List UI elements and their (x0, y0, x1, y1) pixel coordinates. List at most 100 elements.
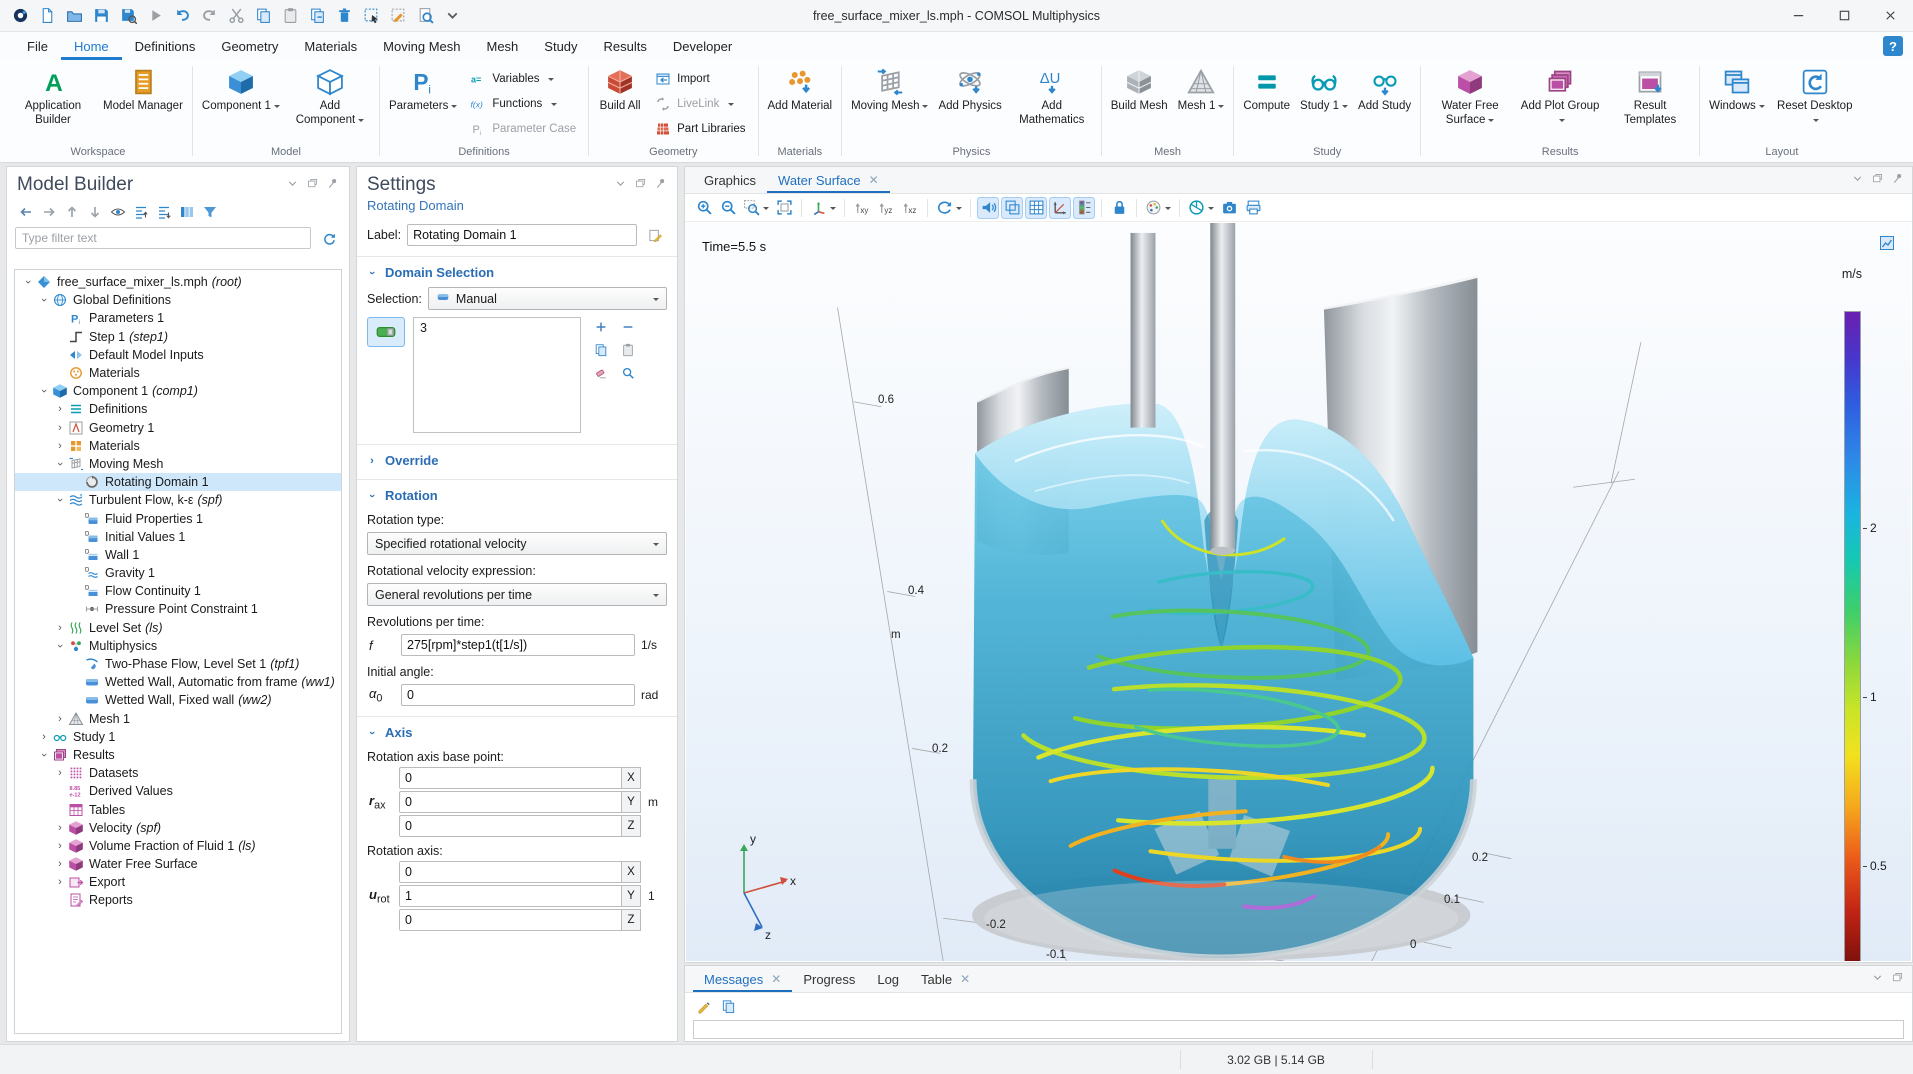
tree-fluid-properties-1[interactable]: DFluid Properties 1 (15, 509, 341, 527)
tab-graphics[interactable]: Graphics (693, 167, 767, 193)
tree-parameters-1[interactable]: PiParameters 1 (15, 309, 341, 327)
paste-button[interactable] (616, 340, 640, 360)
panel-collapse-button[interactable] (614, 177, 627, 193)
ribbon-water-free-surface-button[interactable]: Water Free Surface (1426, 63, 1514, 129)
expand-closed-icon[interactable]: › (53, 713, 67, 725)
menu-developer[interactable]: Developer (660, 32, 745, 60)
environment-button[interactable] (1186, 197, 1216, 219)
rotation-axis-z-input[interactable] (399, 909, 622, 931)
ribbon-add-physics-button[interactable]: Add Physics (934, 63, 1005, 115)
tree-pressure-point-constraint-1[interactable]: Pressure Point Constraint 1 (15, 600, 341, 618)
ribbon-build-all-button[interactable]: Build All (594, 63, 646, 115)
ribbon-parameters-button[interactable]: PiParameters (385, 63, 461, 115)
ribbon-add-plot-group-button[interactable]: Add Plot Group (1516, 63, 1604, 129)
tree-datasets[interactable]: ›Datasets (15, 764, 341, 782)
open-file-button[interactable] (62, 4, 86, 28)
ribbon-add-mathematics-button[interactable]: ΔUAdd Mathematics (1008, 63, 1096, 129)
clear-log-button[interactable] (693, 996, 714, 1017)
ribbon-import-button[interactable]: Import (648, 66, 752, 91)
ribbon-component-1-button[interactable]: Component 1 (198, 63, 284, 115)
help-button[interactable]: ? (1883, 36, 1903, 56)
velocity-expression-combo[interactable]: General revolutions per time (367, 583, 667, 606)
copy-button[interactable] (251, 4, 275, 28)
tree-tables[interactable]: Tables (15, 800, 341, 818)
expand-open-icon[interactable]: › (38, 748, 50, 762)
tab-table[interactable]: Table✕ (910, 966, 981, 992)
section-domain-selection[interactable]: › Domain Selection (357, 261, 677, 284)
tree-wetted-wall-fixed-wall[interactable]: Wetted Wall, Fixed wall(ww2) (15, 691, 341, 709)
tree-multiphysics[interactable]: ›Multiphysics (15, 637, 341, 655)
tree-component-1[interactable]: ›Component 1(comp1) (15, 382, 341, 400)
tree-moving-mesh[interactable]: ›Moving Mesh (15, 455, 341, 473)
tree-materials[interactable]: ›Materials (15, 437, 341, 455)
menu-mesh[interactable]: Mesh (473, 32, 531, 60)
tab-log[interactable]: Log (866, 966, 910, 992)
active-selection-toggle[interactable] (367, 317, 405, 347)
ribbon-result-templates-button[interactable]: Result Templates (1606, 63, 1694, 129)
show-legend-button[interactable] (1073, 197, 1095, 219)
expand-closed-icon[interactable]: › (53, 422, 67, 434)
tree-reports[interactable]: Reports (15, 891, 341, 909)
plot-thumbnail-button[interactable] (1879, 235, 1895, 254)
close-window-button[interactable] (1867, 0, 1913, 31)
show-axes-button[interactable] (1049, 197, 1071, 219)
expand-open-icon[interactable]: › (38, 384, 50, 398)
paste-button[interactable] (278, 4, 302, 28)
panel-pin-button[interactable] (326, 177, 339, 193)
ribbon-application-builder-button[interactable]: AApplication Builder (9, 63, 97, 129)
view-orientation-button[interactable] (808, 197, 838, 219)
expand-open-icon[interactable]: › (22, 275, 34, 289)
save-as-button[interactable] (116, 4, 140, 28)
expand-open-icon[interactable]: › (54, 493, 66, 507)
tree-materials[interactable]: Materials (15, 364, 341, 382)
expand-tree-button[interactable] (130, 201, 151, 222)
view-yz-button[interactable]: yz (875, 197, 897, 219)
move-down-button[interactable] (84, 201, 105, 222)
rotation-type-combo[interactable]: Specified rotational velocity (367, 532, 667, 555)
tab-progress[interactable]: Progress (792, 966, 866, 992)
section-axis[interactable]: › Axis (357, 721, 677, 744)
menu-moving-mesh[interactable]: Moving Mesh (370, 32, 473, 60)
tree-step-1[interactable]: Step 1(step1) (15, 328, 341, 346)
ribbon-mesh-1-button[interactable]: Mesh 1 (1174, 63, 1229, 115)
expand-closed-icon[interactable]: › (53, 822, 67, 834)
section-rotation[interactable]: › Rotation (357, 484, 677, 507)
customize-toolbar-button[interactable] (440, 4, 464, 28)
tree-wall-1[interactable]: DWall 1 (15, 546, 341, 564)
ribbon-add-material-button[interactable]: Add Material (764, 63, 837, 115)
ribbon-windows-button[interactable]: Windows (1705, 63, 1769, 115)
expand-closed-icon[interactable]: › (53, 858, 67, 870)
base-point-y-input[interactable] (399, 791, 622, 813)
panel-pin-button[interactable] (1891, 172, 1904, 188)
tree-mesh-1[interactable]: ›Mesh 1 (15, 710, 341, 728)
initial-angle-input[interactable] (401, 684, 635, 706)
minimize-button[interactable] (1775, 0, 1821, 31)
tree-columns-button[interactable] (176, 201, 197, 222)
tree-default-model-inputs[interactable]: Default Model Inputs (15, 346, 341, 364)
menu-file[interactable]: File (14, 32, 61, 60)
collapse-tree-button[interactable] (153, 201, 174, 222)
ribbon-livelink-button[interactable]: LiveLink (648, 91, 752, 116)
tab-water-surface[interactable]: Water Surface✕ (767, 167, 890, 193)
expand-open-icon[interactable]: › (54, 457, 66, 471)
ribbon-parameter-case-button[interactable]: PiParameter Case (463, 116, 583, 141)
expand-closed-icon[interactable]: › (53, 840, 67, 852)
messages-input[interactable] (693, 1020, 1904, 1039)
expand-open-icon[interactable]: › (38, 293, 50, 307)
tree-results[interactable]: ›Results (15, 746, 341, 764)
panel-collapse-button[interactable] (1871, 971, 1884, 987)
rename-button[interactable] (643, 224, 667, 246)
ribbon-add-study-button[interactable]: Add Study (1354, 63, 1415, 115)
tree-global-definitions[interactable]: ›Global Definitions (15, 291, 341, 309)
transparency-button[interactable] (1001, 197, 1023, 219)
selection-combo[interactable]: Manual (428, 287, 667, 310)
show-hide-button[interactable] (107, 201, 128, 222)
undo-button[interactable] (170, 4, 194, 28)
show-grid-button[interactable] (1025, 197, 1047, 219)
snapshot-button[interactable] (1218, 197, 1240, 219)
menu-materials[interactable]: Materials (291, 32, 370, 60)
tree-geometry-1[interactable]: ›Geometry 1 (15, 419, 341, 437)
graphics-canvas[interactable]: Time=5.5 s 0.60.4m0.2-0.2-0.10.20.10 m/s… (686, 223, 1911, 961)
ribbon-compute-button[interactable]: Compute (1239, 63, 1294, 115)
rotate-view-button[interactable] (934, 197, 964, 219)
